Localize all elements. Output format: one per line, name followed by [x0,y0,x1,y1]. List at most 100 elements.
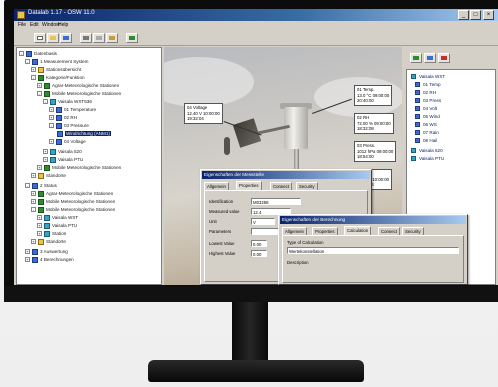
data-label-humidity[interactable]: 02 RH 72.00 % 09:00:00 18:32:08 [354,113,394,134]
channel-icon [415,97,420,103]
tab-calculation[interactable]: Calculation [344,226,372,235]
field-label: Unit [209,219,217,224]
identification-field[interactable]: M03258 [251,198,301,205]
tab-security[interactable]: Security [296,182,318,190]
station-icon [38,198,44,205]
monitor-screen: Datalab 1.17 - OSW 11.0 _ □ × File Edit … [14,9,498,285]
tab-properties[interactable]: Properties [312,227,338,235]
channel-icon [57,130,63,137]
expand-icon[interactable]: + [37,83,42,88]
expand-icon[interactable]: + [43,157,48,162]
wind-vane [224,137,230,155]
tree-panel[interactable]: - Datenbasis -1 Measurement System + Stati… [16,47,162,285]
calculation-dialog-title[interactable]: Eigenschaften der Berechnung [280,216,466,224]
expand-icon[interactable]: + [31,239,36,244]
collapse-icon[interactable]: - [49,123,54,128]
tab-connect[interactable]: Connect [378,227,401,235]
folder-icon [32,58,38,65]
channel-icon [415,121,420,127]
tab-connect[interactable]: Connect [270,182,293,190]
monitor-neck [232,302,268,364]
folder-icon [32,182,38,189]
expand-icon[interactable]: + [49,107,54,112]
channel-icon [56,122,62,129]
collapse-icon[interactable]: - [25,183,30,188]
list-edit-button[interactable] [424,53,436,63]
collapse-icon[interactable]: - [43,99,48,104]
collapse-icon[interactable]: - [37,91,42,96]
expand-icon[interactable]: + [31,173,36,178]
close-button[interactable]: × [483,10,494,20]
expand-icon[interactable]: + [25,249,30,254]
collapse-icon[interactable]: - [19,51,24,56]
collapse-icon[interactable]: - [25,59,30,64]
app-titlebar[interactable]: Datalab 1.17 - OSW 11.0 _ □ × [14,9,498,21]
station-icon [38,206,44,213]
list-delete-button[interactable] [438,53,450,63]
sensor-icon [411,155,416,161]
calculation-dialog[interactable]: Eigenschaften der Berechnung Allgemein P… [278,214,468,285]
toolbar-open-button[interactable] [47,33,59,43]
toolbar-copy-button[interactable] [93,33,105,43]
field-label: Parameters [209,229,232,234]
toolbar [14,30,498,46]
app-icon [17,11,25,19]
field-label: Identification [209,199,234,204]
app-title: Datalab 1.17 - OSW 11.0 [28,10,95,16]
expand-icon[interactable]: + [31,199,36,204]
expand-icon[interactable]: + [31,67,36,72]
menu-file[interactable]: File [18,22,26,28]
channel-icon [415,113,420,119]
data-label-pressure[interactable]: 03 Press. 1012 hPa 09:00:00 18:54:00 [354,141,397,162]
tab-security[interactable]: Security [402,227,424,235]
toolbar-new-button[interactable] [34,33,46,43]
tab-general[interactable]: Allgemein [282,227,307,235]
channel-icon [415,81,420,87]
expand-icon[interactable]: + [31,191,36,196]
menu-help[interactable]: Help [58,22,68,28]
channel-icon [415,129,420,135]
sensor-icon [50,148,56,155]
channel-icon [56,138,62,145]
expand-icon[interactable]: + [37,223,42,228]
product-stage: Datalab 1.17 - OSW 11.0 _ □ × File Edit … [0,0,498,387]
folder-icon [38,238,44,245]
collapse-icon[interactable]: - [31,75,36,80]
maximize-button[interactable]: □ [470,10,481,20]
monitor-foot [148,360,364,382]
expand-icon[interactable]: + [37,215,42,220]
tab-general[interactable]: Allgemein [204,182,229,190]
expand-icon[interactable]: + [49,115,54,120]
minimize-button[interactable]: _ [458,10,469,20]
channel-icon [56,114,62,121]
properties-dialog-title[interactable]: Eigenschaften der Messstelle [202,171,370,179]
expand-icon[interactable]: + [43,149,48,154]
toolbar-cut-button[interactable] [80,33,92,43]
toolbar-save-button[interactable] [60,33,72,43]
data-label-voltage[interactable]: 04 Voltage 12.40 V 10:00:00 19:32:04 [184,103,223,124]
tab-properties[interactable]: Properties [236,181,262,190]
folder-icon [38,66,44,73]
expand-icon[interactable]: + [37,165,42,170]
data-label-temperature[interactable]: 01 Temp. 13.0 °C 09:00:00 20:40:00 [354,85,393,106]
menu-bar: File Edit Window Help [14,21,498,30]
collapse-icon[interactable]: - [31,207,36,212]
toolbar-paste-button[interactable] [106,33,118,43]
expand-icon[interactable]: + [37,231,42,236]
highest-value-field[interactable]: 0.00 [251,250,267,257]
toolbar-refresh-button[interactable] [126,33,138,43]
menu-edit[interactable]: Edit [30,22,39,28]
folder-icon [32,256,38,263]
list-add-button[interactable] [410,53,422,63]
monitor-chin [4,286,498,302]
calc-type-select[interactable]: Wertekonstellation [287,247,459,254]
cloud [164,57,254,107]
expand-icon[interactable]: + [49,139,54,144]
unit-field[interactable]: V [251,218,275,225]
sensor-icon [411,147,416,153]
sensor-icon [50,156,56,163]
lowest-value-field[interactable]: 0.00 [251,240,267,247]
database-icon [26,50,32,57]
field-label: Measured value [209,209,240,214]
expand-icon[interactable]: + [25,257,30,262]
